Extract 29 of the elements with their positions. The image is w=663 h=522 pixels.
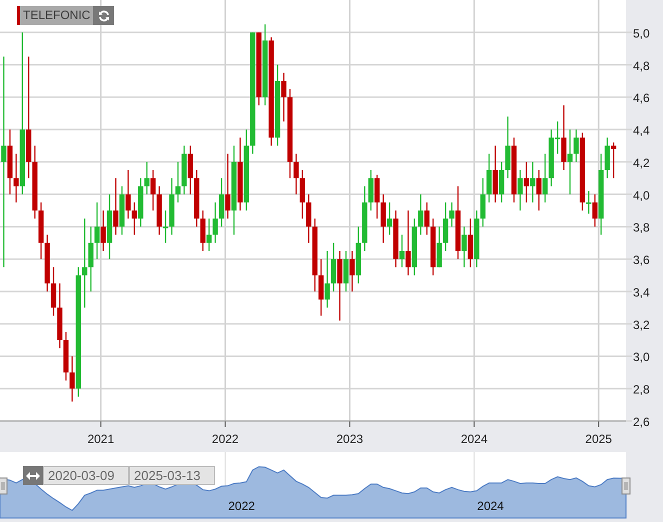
navigator-label: 2022 (228, 499, 255, 513)
double-arrow-icon (26, 472, 40, 480)
refresh-button[interactable] (93, 6, 114, 25)
axis-label: 4,2 (633, 156, 650, 170)
axis-label: 4,6 (633, 91, 650, 106)
axis-label: 2,8 (633, 382, 650, 397)
series-name[interactable]: TELEFONIC (20, 6, 94, 25)
axis-label: 3,0 (633, 350, 650, 364)
axis-label: 3,6 (633, 253, 650, 268)
refresh-icon (98, 10, 110, 22)
axis-label: 5,0 (633, 26, 650, 40)
range-button[interactable] (23, 466, 43, 485)
axis-label: 2022 (212, 432, 239, 446)
date-field[interactable]: 2020-03-09 (43, 466, 129, 485)
axis-label: 3,8 (633, 220, 650, 235)
axis-label: 2025 (585, 432, 612, 446)
range-handle[interactable] (622, 478, 630, 494)
axis-label: 4,8 (633, 58, 650, 73)
range-handle[interactable] (0, 478, 8, 494)
axis-label: 2023 (336, 432, 364, 446)
axis-label: 2021 (87, 432, 114, 446)
axis-label: 2024 (460, 432, 488, 446)
axis-label: 3,4 (633, 285, 650, 300)
date-field[interactable]: 2025-03-13 (129, 466, 215, 485)
axis-label: 4,4 (633, 124, 650, 138)
axis-label: 3,2 (633, 318, 650, 332)
axis-label: 4,0 (633, 188, 650, 202)
navigator-label: 2024 (477, 499, 504, 513)
axis-label: 2,6 (633, 415, 650, 429)
